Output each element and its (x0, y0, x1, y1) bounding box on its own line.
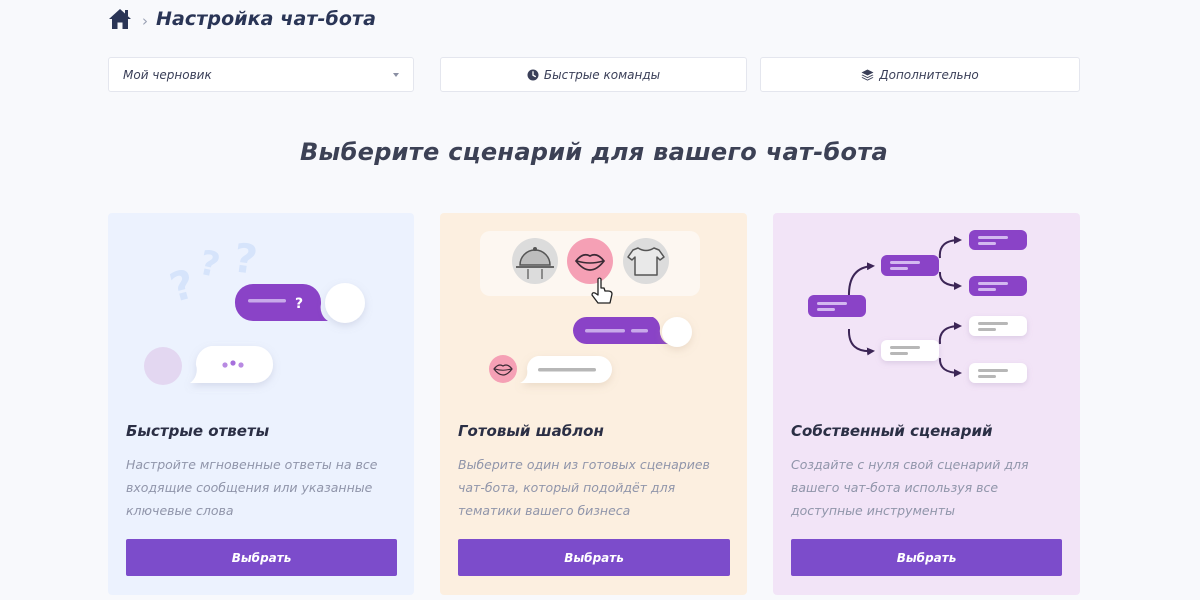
breadcrumb-separator: › (142, 12, 148, 30)
choose-button[interactable]: Выбрать (458, 539, 730, 576)
svg-text:?: ? (196, 243, 224, 286)
quick-replies-illustration: ? ? ? ? (144, 235, 365, 385)
clock-icon (527, 69, 539, 80)
card-description: Выберите один из готовых сценариев чат-б… (458, 457, 710, 518)
typing-bubble (190, 346, 274, 383)
flow-node (969, 276, 1027, 296)
custom-scenario-illustration (808, 230, 1027, 383)
avatar (144, 347, 182, 385)
card-custom-scenario: Собственный сценарий Создайте с нуля сво… (773, 213, 1080, 595)
tshirt-icon (623, 238, 669, 284)
template-illustration (480, 231, 700, 384)
choose-button[interactable]: Выбрать (126, 539, 397, 576)
home-icon[interactable] (108, 8, 132, 30)
avatar (325, 283, 365, 323)
draft-select-value: Мой черновик (123, 67, 212, 82)
card-title: Быстрые ответы (126, 422, 270, 440)
quick-commands-button[interactable]: Быстрые команды (440, 57, 747, 92)
flow-node (881, 255, 939, 276)
svg-text:?: ? (231, 235, 260, 284)
svg-text:?: ? (165, 261, 199, 311)
lips-avatar (489, 355, 517, 383)
flow-node-root (808, 295, 866, 317)
quick-commands-label: Быстрые команды (543, 67, 661, 82)
breadcrumb: › Настройка чат-бота (108, 6, 376, 32)
draft-select[interactable]: Мой черновик (108, 57, 414, 92)
flow-node (969, 316, 1027, 336)
advanced-button[interactable]: Дополнительно (760, 57, 1080, 92)
choose-button[interactable]: Выбрать (791, 539, 1062, 576)
flow-node (881, 340, 939, 361)
card-title: Собственный сценарий (791, 422, 993, 440)
question-mark-text: ? (295, 296, 303, 312)
advanced-label: Дополнительно (879, 67, 979, 82)
card-title: Готовый шаблон (458, 422, 604, 440)
avatar (662, 317, 692, 347)
card-description: Создайте с нуля свой сценарий для вашего… (791, 457, 1029, 518)
scenario-heading: Выберите сценарий для вашего чат-бота (299, 138, 889, 166)
page-title: Настройка чат-бота (156, 8, 377, 30)
card-ready-template: Готовый шаблон Выберите один из готовых … (440, 213, 747, 595)
card-quick-replies: ? ? ? ? Быстрые ответы Настройте мгновен… (108, 213, 414, 595)
card-description: Настройте мгновенные ответы на все входя… (126, 457, 378, 518)
caret-down-icon (393, 72, 399, 77)
question-chat-bubble: ? (234, 283, 328, 321)
chat-bubble-white (520, 355, 612, 384)
layers-icon (861, 69, 874, 81)
flow-node (969, 230, 1027, 250)
chat-bubble-purple (573, 316, 668, 345)
flow-node (969, 363, 1027, 383)
lips-icon (567, 238, 613, 284)
cloche-icon (512, 238, 558, 284)
